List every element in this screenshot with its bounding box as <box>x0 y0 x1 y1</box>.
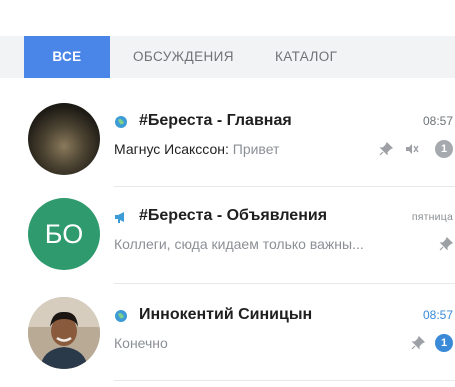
chat-preview: Магнус Исакссон: Привет <box>114 141 279 157</box>
chat-time: 08:57 <box>422 114 453 128</box>
message-text: Коллеги, сюда кидаем только важны... <box>114 236 364 252</box>
divider <box>114 186 455 187</box>
chat-item-beresta-main[interactable]: #Береста - Главная 08:57 Магнус Исакссон… <box>0 96 455 192</box>
unread-badge: 1 <box>435 334 453 352</box>
avatar <box>28 297 100 369</box>
chat-item-innokentiy[interactable]: Иннокентий Синицын 08:57 Конечно 1 <box>0 290 455 386</box>
globe-icon <box>115 310 127 322</box>
top-bar <box>0 0 455 28</box>
pin-icon <box>411 336 425 350</box>
chat-preview: Конечно <box>114 335 168 351</box>
avatar: БО <box>28 198 100 270</box>
chat-title: #Береста - Главная <box>139 112 292 129</box>
message-text: Конечно <box>114 335 168 351</box>
tab-bar: ВСЕ ОБСУЖДЕНИЯ КАТАЛОГ <box>0 36 455 78</box>
pin-icon <box>439 237 453 251</box>
tab-discussions[interactable]: ОБСУЖДЕНИЯ <box>133 36 234 78</box>
unread-badge: 1 <box>435 140 453 158</box>
person-photo-icon <box>28 297 100 369</box>
chat-time: 08:57 <box>422 308 453 322</box>
tab-catalog[interactable]: КАТАЛОГ <box>275 36 337 78</box>
chat-title: #Береста - Объявления <box>139 207 328 224</box>
sender-name: Магнус Исакссон: <box>114 141 229 157</box>
divider <box>114 380 455 381</box>
globe-icon <box>115 116 127 128</box>
chat-item-beresta-announcements[interactable]: БО #Береста - Объявления пятница Коллеги… <box>0 191 455 287</box>
chat-time: пятница <box>411 211 453 223</box>
megaphone-icon <box>115 212 124 223</box>
tab-all[interactable]: ВСЕ <box>24 36 110 78</box>
pin-icon <box>379 142 393 156</box>
avatar-initials: БО <box>44 219 84 249</box>
muted-icon <box>406 144 419 154</box>
message-text: Привет <box>232 141 280 157</box>
chat-title: Иннокентий Синицын <box>139 306 313 323</box>
divider <box>114 283 455 284</box>
chat-preview: Коллеги, сюда кидаем только важны... <box>114 236 364 252</box>
avatar <box>28 103 100 175</box>
